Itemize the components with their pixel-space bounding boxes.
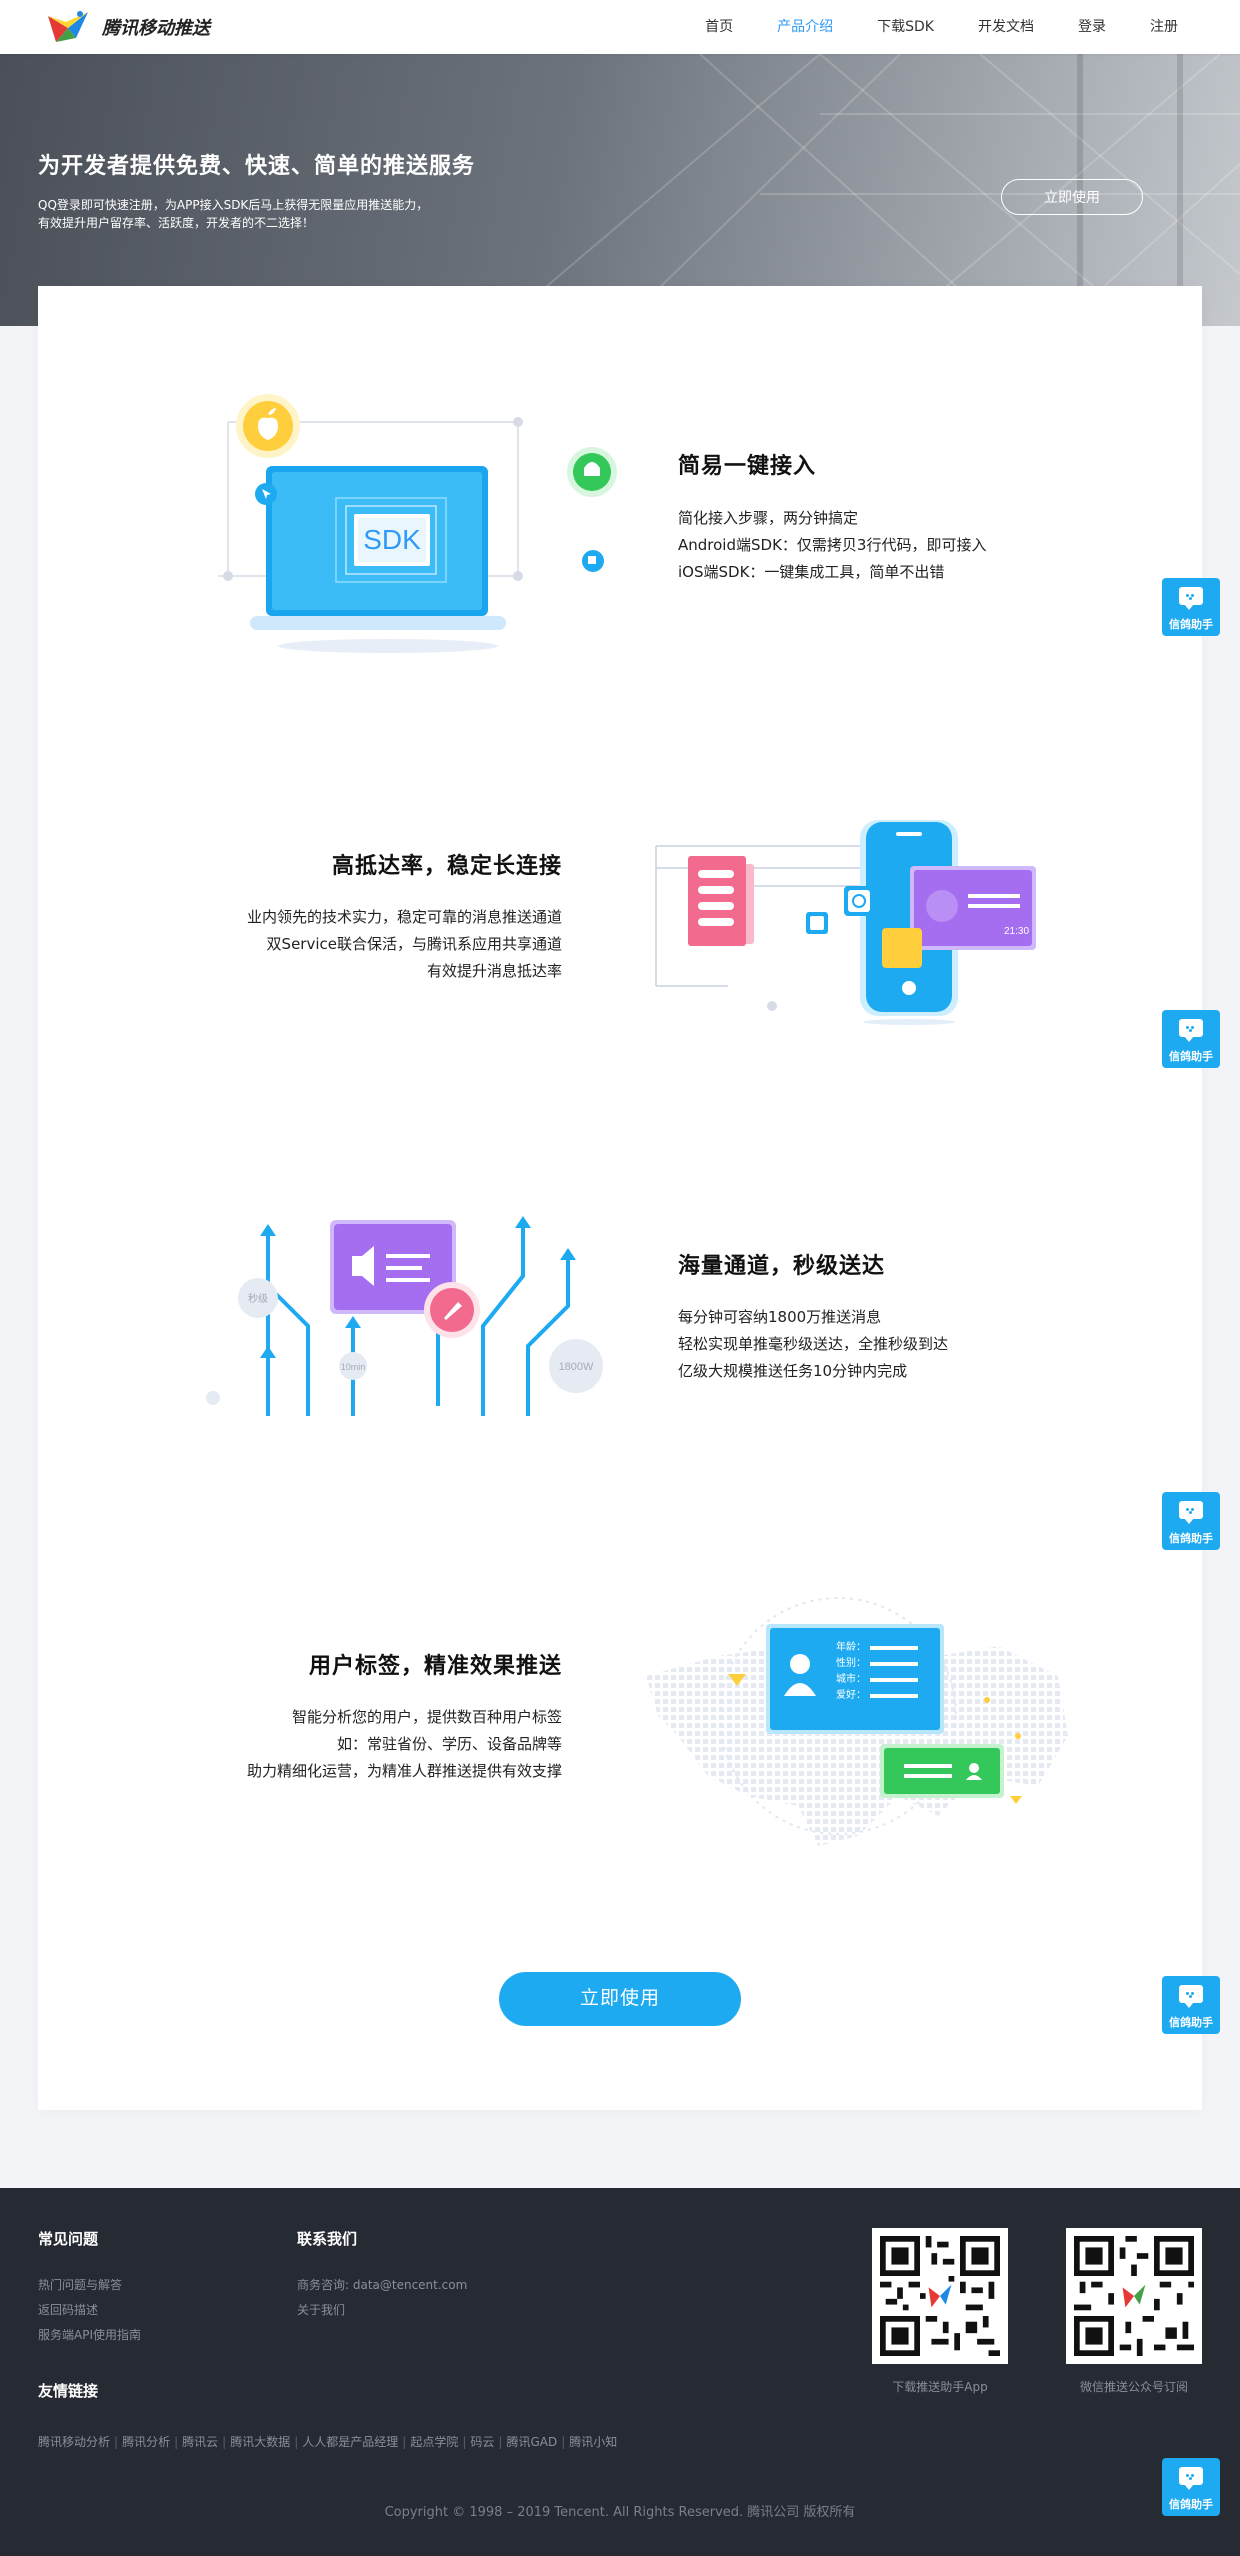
qr-caption: 下载推送助手App (892, 2380, 988, 2394)
delivery-illustration: 21:30 (655, 820, 1036, 1025)
helper-label: 信鸽助手 (1169, 1532, 1213, 1545)
friend-link[interactable]: 码云 (470, 2435, 494, 2449)
feature-title: 用户标签，精准效果推送 (308, 1654, 562, 1679)
helper-chat-button[interactable]: 信鸽助手 (1162, 1010, 1220, 1068)
about-us-link[interactable]: 关于我们 (297, 2301, 345, 2318)
helper-chat-button[interactable]: 信鸽助手 (1162, 1492, 1220, 1550)
helper-chat-button[interactable]: 信鸽助手 (1162, 2458, 1220, 2516)
faq-link[interactable]: 热门问题与解答 (38, 2276, 122, 2293)
feature-title: 高抵达率，稳定长连接 (331, 854, 562, 879)
hero-subtitle-line: QQ登录即可快速注册，为APP接入SDK后马上获得无限量应用推送能力， (38, 198, 429, 212)
notification-time: 21:30 (1004, 926, 1029, 937)
feature-line: 智能分析您的用户，提供数百种用户标签 (291, 1708, 562, 1726)
friend-link[interactable]: 起点学院 (410, 2435, 458, 2449)
start-using-button[interactable]: 立即使用 (499, 1972, 741, 2026)
friend-link[interactable]: 人人都是产品经理 (302, 2435, 398, 2449)
feature-line: 双Service联合保活，与腾讯系应用共享通道 (266, 935, 562, 953)
nav-home[interactable]: 首页 (683, 0, 755, 54)
helper-label: 信鸽助手 (1169, 618, 1213, 631)
nav-login[interactable]: 登录 (1056, 0, 1128, 54)
tag-label: 城市： (836, 1672, 866, 1685)
helper-label: 信鸽助手 (1169, 1050, 1213, 1063)
qr-caption: 微信推送公众号订阅 (1079, 2380, 1188, 2394)
bubble-label: 秒级 (248, 1292, 268, 1305)
friend-link[interactable]: 腾讯移动分析 (38, 2435, 110, 2449)
nav-register[interactable]: 注册 (1128, 0, 1200, 54)
feature-line: iOS端SDK：一键集成工具，简单不出错 (678, 563, 945, 581)
friend-links-row: 腾讯移动分析 | 腾讯分析 | 腾讯云 | 腾讯大数据 | 人人都是产品经理 | 起点学院 | 码云 | 腾… (38, 2435, 618, 2449)
features-card: SDK 简易一键接入 简化接入步骤，两分钟搞定 Android端SDK：仅需拷贝… (38, 286, 1202, 2110)
feature-line: 轻松实现单推毫秒级送达，全推秒级到达 (678, 1335, 949, 1353)
bubble-label: 10min (341, 1362, 366, 1372)
channel-illustration: 秒级 10min 1800W (206, 1216, 603, 1416)
footer: 常见问题 热门问题与解答 返回码描述 服务端API使用指南 联系我们 商务咨询:… (0, 2188, 1240, 2556)
nav-docs[interactable]: 开发文档 (956, 0, 1056, 54)
feature-line: 如：常驻省份、学历、设备品牌等 (336, 1735, 562, 1753)
copyright: Copyright © 1998 – 2019 Tencent. All Rig… (384, 2505, 856, 2520)
feature-line: 助力精细化运营，为精准人群推送提供有效支撑 (246, 1762, 562, 1780)
sdk-label: SDK (363, 524, 421, 555)
feature-line: 业内领先的技术实力，稳定可靠的消息推送通道 (246, 908, 562, 926)
top-navbar: 腾讯移动推送 首页 产品介绍 下载SDK 开发文档 登录 注册 (0, 0, 1240, 54)
feature-title: 海量通道，秒级送达 (678, 1254, 886, 1279)
qr-code-wechat (1066, 2228, 1202, 2364)
tag-label: 爱好： (836, 1688, 866, 1701)
friend-links-heading: 友情链接 (38, 2382, 99, 2400)
helper-chat-button[interactable]: 信鸽助手 (1162, 1976, 1220, 2034)
feature-line: Android端SDK：仅需拷贝3行代码，即可接入 (678, 536, 987, 554)
tag-label: 年龄： (836, 1640, 866, 1653)
friend-link[interactable]: 腾讯小知 (569, 2435, 617, 2449)
main-nav: 首页 产品介绍 下载SDK 开发文档 登录 注册 (683, 0, 1200, 54)
friend-link[interactable]: 腾讯分析 (122, 2435, 170, 2449)
qr-code-icon (880, 2236, 1000, 2356)
helper-label: 信鸽助手 (1169, 2498, 1213, 2511)
faq-link[interactable]: 返回码描述 (38, 2301, 98, 2318)
feature-line: 亿级大规模推送任务10分钟内完成 (678, 1362, 908, 1380)
contact-heading: 联系我们 (297, 2230, 358, 2248)
user-tag-illustration: 年龄： 性别： 城市： 爱好： (646, 1597, 1068, 1846)
bubble-label: 1800W (559, 1361, 594, 1373)
faq-heading: 常见问题 (38, 2230, 99, 2248)
qr-code-app (872, 2228, 1008, 2364)
nav-download-sdk[interactable]: 下载SDK (855, 0, 956, 54)
contact-email-link[interactable]: 商务咨询: data@tencent.com (297, 2276, 467, 2293)
sdk-illustration: SDK (218, 394, 617, 653)
server-icon (688, 856, 746, 946)
feature-line: 每分钟可容纳1800万推送消息 (678, 1308, 882, 1326)
nav-product[interactable]: 产品介绍 (755, 0, 855, 54)
hero-start-button[interactable]: 立即使用 (1001, 179, 1143, 215)
feature-line: 有效提升消息抵达率 (426, 962, 562, 980)
hero-subtitle-line: 有效提升用户留存率、活跃度，开发者的不二选择！ (38, 216, 315, 230)
feature-line: 简化接入步骤，两分钟搞定 (678, 509, 859, 527)
brand-name[interactable]: 腾讯移动推送 (102, 14, 210, 40)
hero-title: 为开发者提供免费、快速、简单的推送服务 (38, 154, 476, 179)
friend-link[interactable]: 腾讯GAD (506, 2435, 557, 2449)
gift-icon (882, 928, 922, 968)
helper-chat-button[interactable]: 信鸽助手 (1162, 578, 1220, 636)
logo-icon[interactable] (46, 8, 90, 46)
faq-link[interactable]: 服务端API使用指南 (38, 2326, 141, 2343)
feature-title: 简易一键接入 (678, 454, 817, 479)
friend-link[interactable]: 腾讯大数据 (230, 2435, 290, 2449)
friend-link[interactable]: 腾讯云 (182, 2435, 218, 2449)
qr-code-icon (1074, 2236, 1194, 2356)
message-card (884, 1748, 1000, 1794)
tag-label: 性别： (836, 1656, 866, 1669)
helper-label: 信鸽助手 (1169, 2016, 1213, 2029)
user-icon (790, 1654, 810, 1674)
